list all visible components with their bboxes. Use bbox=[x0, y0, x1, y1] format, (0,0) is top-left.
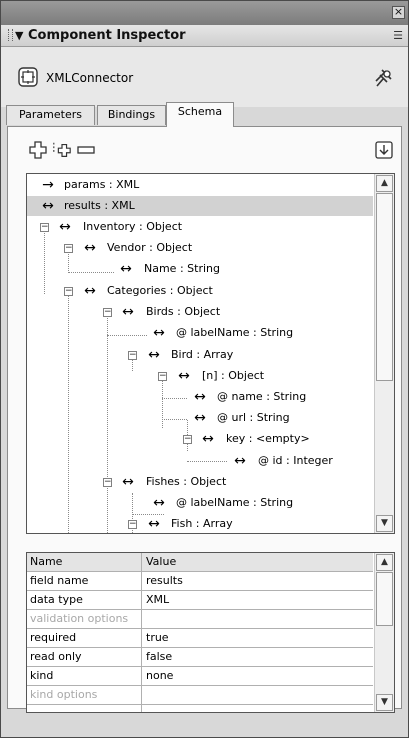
property-name: field name bbox=[27, 572, 142, 590]
tree-row[interactable]: ↔ Inventory : Object bbox=[27, 217, 373, 237]
property-name: kind options bbox=[27, 686, 142, 704]
tree-row[interactable]: ↔ Name : String bbox=[27, 259, 373, 279]
property-value[interactable]: XML bbox=[142, 591, 373, 609]
tab-parameters[interactable]: Parameters bbox=[6, 105, 95, 125]
property-value[interactable] bbox=[142, 705, 373, 712]
tree-row[interactable]: ↔ Birds : Object bbox=[27, 302, 373, 322]
bidirectional-arrow-icon: ↔ bbox=[153, 495, 165, 511]
bidirectional-arrow-icon: ↔ bbox=[120, 261, 132, 277]
grid-header-row: Name Value bbox=[27, 553, 373, 572]
table-row[interactable]: kind options bbox=[27, 686, 373, 705]
bidirectional-arrow-icon: ↔ bbox=[122, 474, 134, 490]
tree-row[interactable]: ↔ @ labelName : String bbox=[27, 493, 373, 513]
property-name: read only bbox=[27, 648, 142, 666]
add-child-field-icon[interactable] bbox=[52, 140, 72, 160]
window-top-bar: × bbox=[1, 1, 408, 25]
column-header-name[interactable]: Name bbox=[27, 553, 142, 571]
property-value[interactable] bbox=[142, 610, 373, 628]
property-value[interactable] bbox=[142, 686, 373, 704]
bidirectional-arrow-icon: ↔ bbox=[59, 219, 71, 235]
tree-scrollbar[interactable]: ▲ ▼ bbox=[374, 174, 394, 533]
component-name: XMLConnector bbox=[46, 71, 134, 85]
bidirectional-arrow-icon: ↔ bbox=[42, 198, 54, 214]
close-icon[interactable]: × bbox=[392, 6, 405, 19]
input-arrow-icon: → bbox=[42, 177, 54, 193]
grid-scrollbar[interactable]: ▲ ▼ bbox=[374, 553, 394, 712]
scroll-thumb[interactable] bbox=[376, 572, 393, 626]
table-row[interactable]: required true bbox=[27, 629, 373, 648]
tree-row[interactable]: ↔ key : <empty> bbox=[27, 429, 373, 449]
table-row[interactable]: kind none bbox=[27, 667, 373, 686]
property-name: validation options bbox=[27, 610, 142, 628]
panel-title[interactable]: ▼ Component Inspector bbox=[15, 28, 186, 43]
tab-bar: Parameters Bindings Schema bbox=[1, 102, 408, 128]
scroll-down-icon[interactable]: ▼ bbox=[376, 694, 393, 711]
property-value[interactable]: none bbox=[142, 667, 373, 685]
bidirectional-arrow-icon: ↔ bbox=[194, 389, 206, 405]
tree-row[interactable]: ↔ Fish : Array bbox=[27, 514, 373, 533]
bidirectional-arrow-icon: ↔ bbox=[148, 516, 160, 532]
import-schema-icon[interactable] bbox=[374, 140, 394, 160]
delete-field-icon[interactable] bbox=[76, 140, 96, 160]
tree-row[interactable]: ↔ Bird : Array bbox=[27, 345, 373, 365]
tree-row[interactable]: ↔ @ url : String bbox=[27, 408, 373, 428]
scroll-up-icon[interactable]: ▲ bbox=[376, 554, 393, 571]
tab-bindings[interactable]: Bindings bbox=[97, 105, 166, 125]
property-value[interactable]: false bbox=[142, 648, 373, 666]
property-value[interactable]: true bbox=[142, 629, 373, 647]
scroll-up-icon[interactable]: ▲ bbox=[376, 175, 393, 192]
tree-row[interactable]: ↔ @ name : String bbox=[27, 387, 373, 407]
bidirectional-arrow-icon: ↔ bbox=[153, 325, 165, 341]
table-row[interactable] bbox=[27, 705, 373, 712]
scroll-down-icon[interactable]: ▼ bbox=[376, 515, 393, 532]
pin-icon[interactable] bbox=[372, 67, 394, 89]
panel-title-bar[interactable]: ▼ Component Inspector ☰ bbox=[1, 25, 408, 47]
tree-row[interactable]: ↔ Categories : Object bbox=[27, 281, 373, 301]
field-properties-grid: Name Value field name results data type … bbox=[26, 552, 395, 713]
table-row[interactable]: field name results bbox=[27, 572, 373, 591]
xmlconnector-component-icon bbox=[18, 67, 38, 87]
bidirectional-arrow-icon: ↔ bbox=[84, 240, 96, 256]
component-inspector-window: × ▼ Component Inspector ☰ XMLConnector P… bbox=[0, 0, 409, 738]
table-row[interactable]: data type XML bbox=[27, 591, 373, 610]
property-name: required bbox=[27, 629, 142, 647]
bidirectional-arrow-icon: ↔ bbox=[148, 347, 160, 363]
tree-row[interactable]: → params : XML bbox=[27, 175, 373, 195]
component-header: XMLConnector bbox=[1, 47, 408, 107]
add-field-icon[interactable] bbox=[28, 140, 48, 160]
panel-title-label: Component Inspector bbox=[28, 28, 186, 43]
bidirectional-arrow-icon: ↔ bbox=[178, 368, 190, 384]
bidirectional-arrow-icon: ↔ bbox=[202, 431, 214, 447]
property-name: data type bbox=[27, 591, 142, 609]
collapse-triangle-icon[interactable]: ▼ bbox=[15, 29, 23, 42]
tree-row[interactable]: ↔ @ labelName : String bbox=[27, 323, 373, 343]
tree-row-selected[interactable]: ↔ results : XML bbox=[27, 196, 373, 216]
drag-grip-icon[interactable] bbox=[8, 29, 13, 41]
bidirectional-arrow-icon: ↔ bbox=[194, 410, 206, 426]
bidirectional-arrow-icon: ↔ bbox=[122, 304, 134, 320]
bidirectional-arrow-icon: ↔ bbox=[84, 283, 96, 299]
property-name: kind bbox=[27, 667, 142, 685]
bidirectional-arrow-icon: ↔ bbox=[234, 453, 246, 469]
tree-row[interactable]: ↔ Fishes : Object bbox=[27, 472, 373, 492]
property-value[interactable]: results bbox=[142, 572, 373, 590]
tree-row[interactable]: ↔ Vendor : Object bbox=[27, 238, 373, 258]
table-row[interactable]: validation options bbox=[27, 610, 373, 629]
tree-row[interactable]: ↔ @ id : Integer bbox=[27, 451, 373, 471]
table-row[interactable]: read only false bbox=[27, 648, 373, 667]
scroll-thumb[interactable] bbox=[376, 193, 393, 381]
tab-schema[interactable]: Schema bbox=[166, 102, 234, 127]
column-header-value[interactable]: Value bbox=[142, 553, 373, 571]
panel-options-menu-icon[interactable]: ☰ bbox=[393, 29, 403, 42]
schema-tree[interactable]: → params : XML ↔ results : XML − ↔ Inventor… bbox=[26, 173, 395, 534]
tree-row[interactable]: ↔ [n] : Object bbox=[27, 366, 373, 386]
property-name bbox=[27, 705, 142, 712]
